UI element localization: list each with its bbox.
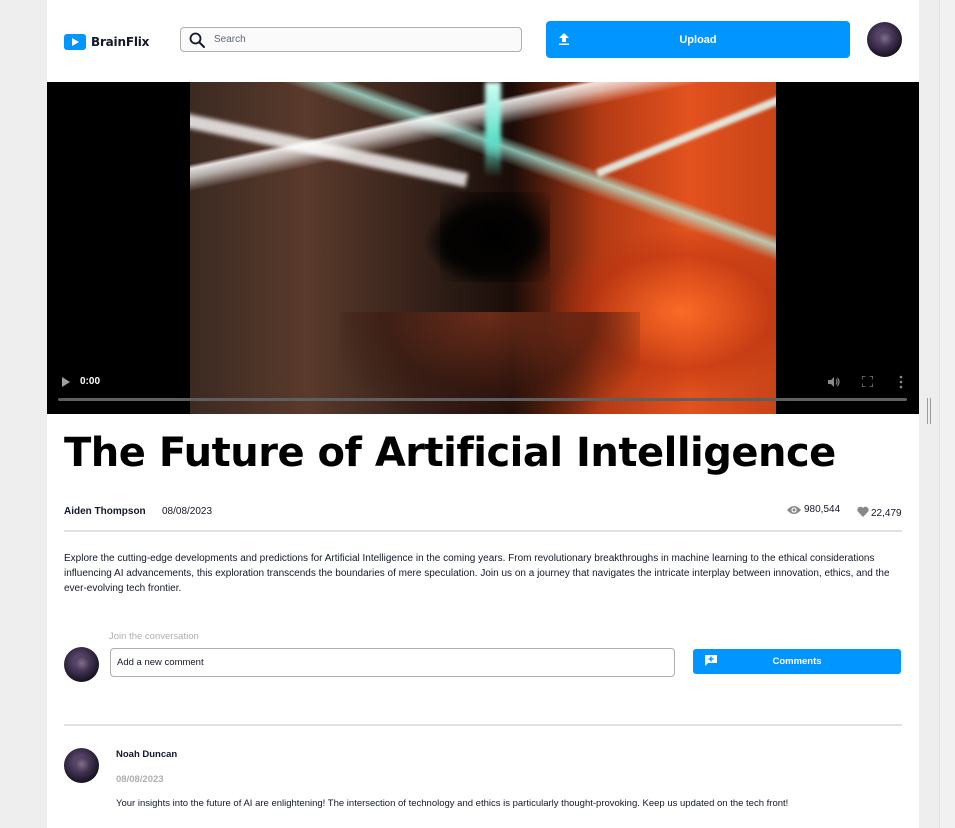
more-options-icon[interactable] [898,375,904,389]
comment-date: 08/08/2023 [116,774,164,785]
page-scrollbar[interactable] [939,0,955,828]
comments-button[interactable]: Comments [693,649,901,674]
upload-label: Upload [679,33,717,46]
likes-counter: 22,479 [857,504,902,519]
comments-button-label: Comments [772,656,822,667]
video-controls: 0:00 [47,364,919,414]
upload-button[interactable]: Upload [546,21,850,58]
video-progress-bar[interactable] [58,398,907,401]
views-counter: 980,544 [787,504,840,515]
video-author: Aiden Thompson [64,506,146,517]
user-avatar[interactable] [867,22,902,57]
logo-text: BrainFlix [91,35,150,49]
comment-author-avatar [64,748,99,783]
comment-input[interactable] [110,648,675,677]
search-icon [189,32,205,48]
video-player[interactable]: 0:00 [47,82,919,414]
fullscreen-icon[interactable] [862,376,873,387]
comments-divider [64,724,902,726]
search-bar [180,27,522,52]
page: BrainFlix Upload [47,0,919,828]
upload-icon [559,33,569,45]
heart-icon[interactable] [857,506,869,517]
video-title: The Future of Artificial Intelligence [64,430,836,476]
play-icon[interactable] [62,377,70,387]
video-time: 0:00 [80,376,101,387]
play-logo-icon [64,34,86,50]
site-header: BrainFlix Upload [47,0,919,82]
views-count: 980,544 [804,504,841,515]
video-description: Explore the cutting-edge developments an… [64,553,890,594]
likes-count: 22,479 [871,508,902,519]
eye-icon [787,505,801,514]
brainflix-logo[interactable]: BrainFlix [64,34,149,50]
commenter-avatar [64,647,99,682]
join-conversation-label: Join the conversation [109,631,199,642]
comment-text: Your insights into the future of AI are … [116,798,789,809]
resize-grip-icon[interactable] [927,398,931,424]
volume-icon[interactable] [828,376,840,388]
add-comment-icon [705,655,717,666]
comment-author-name: Noah Duncan [116,749,178,760]
search-input[interactable] [214,34,494,45]
video-date: 08/08/2023 [162,506,213,517]
details-divider [64,530,902,532]
